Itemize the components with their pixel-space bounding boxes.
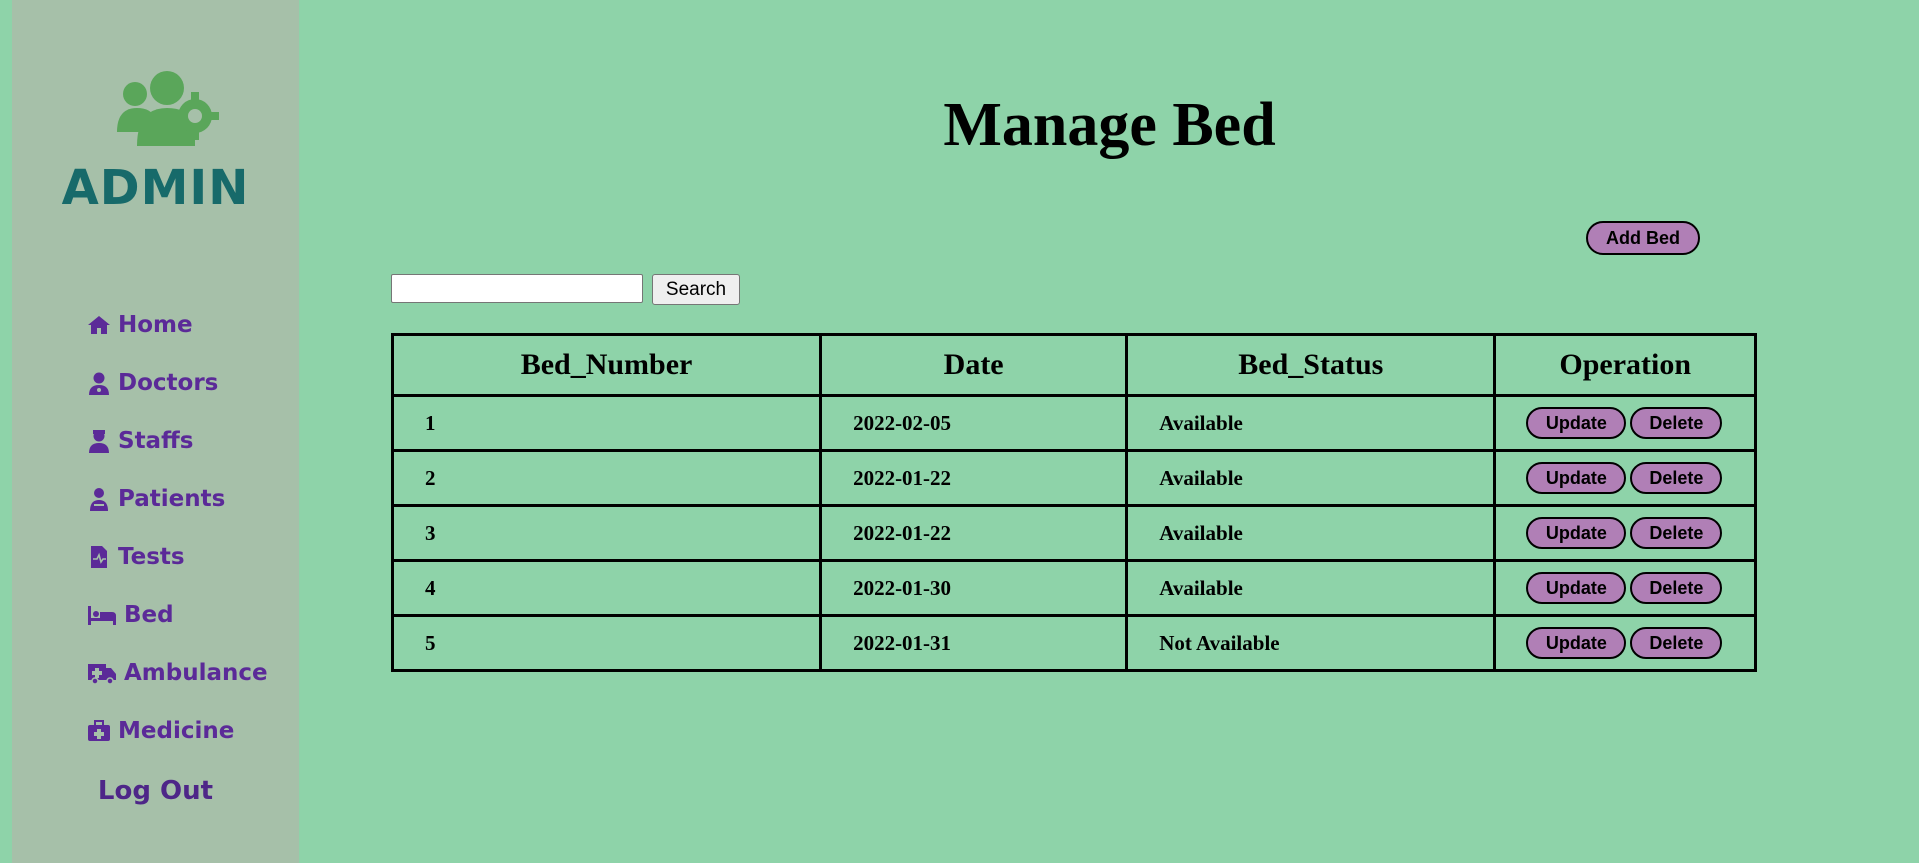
update-button[interactable]: Update [1526, 572, 1627, 604]
sidebar-item-label: Doctors [118, 370, 219, 396]
table-row: 3 2022-01-22 Available Update Delete [390, 504, 1757, 562]
sidebar-item-label: Bed [124, 602, 174, 628]
sidebar-item-tests[interactable]: Tests [86, 528, 268, 586]
operation-cell: Update Delete [1493, 614, 1757, 672]
table-row: 2 2022-01-22 Available Update Delete [390, 449, 1757, 507]
bed-table: Bed_Number Date Bed_Status Operation 1 2… [390, 333, 1757, 672]
table-row: 5 2022-01-31 Not Available Update Delete [390, 614, 1757, 672]
sidebar-item-bed[interactable]: Bed [86, 586, 268, 644]
status-cell: Available [1125, 394, 1497, 452]
bed-number-cell: 2 [390, 449, 823, 507]
sidebar: ADMIN Home Doctors Staffs Patients Tests… [12, 0, 299, 863]
sidebar-nav: Home Doctors Staffs Patients Tests Bed A… [86, 296, 268, 760]
date-cell: 2022-01-22 [819, 504, 1129, 562]
update-button[interactable]: Update [1526, 407, 1627, 439]
bed-number-cell: 3 [390, 504, 823, 562]
bed-icon [86, 603, 118, 627]
column-header-operation: Operation [1493, 333, 1757, 397]
ambulance-icon [86, 661, 118, 685]
admin-logo-text: ADMIN [61, 160, 250, 216]
sidebar-item-label: Patients [118, 486, 226, 512]
sidebar-item-label: Ambulance [124, 660, 268, 686]
sidebar-item-medicine[interactable]: Medicine [86, 702, 268, 760]
bed-number-cell: 4 [390, 559, 823, 617]
status-cell: Not Available [1125, 614, 1497, 672]
delete-button[interactable]: Delete [1630, 462, 1723, 494]
search-input[interactable] [391, 274, 643, 303]
staff-icon [86, 429, 112, 453]
sidebar-item-label: Staffs [118, 428, 194, 454]
update-button[interactable]: Update [1526, 462, 1627, 494]
sidebar-item-doctors[interactable]: Doctors [86, 354, 268, 412]
status-cell: Available [1125, 504, 1497, 562]
update-button[interactable]: Update [1526, 517, 1627, 549]
home-icon [86, 313, 112, 337]
bed-number-cell: 5 [390, 614, 823, 672]
sidebar-item-patients[interactable]: Patients [86, 470, 268, 528]
table-row: 1 2022-02-05 Available Update Delete [390, 394, 1757, 452]
date-cell: 2022-02-05 [819, 394, 1129, 452]
date-cell: 2022-01-30 [819, 559, 1129, 617]
file-medical-icon [86, 545, 112, 569]
add-bed-button[interactable]: Add Bed [1586, 221, 1700, 255]
sidebar-item-home[interactable]: Home [86, 296, 268, 354]
status-cell: Available [1125, 449, 1497, 507]
operation-cell: Update Delete [1493, 559, 1757, 617]
table-header-row: Bed_Number Date Bed_Status Operation [390, 333, 1757, 397]
update-button[interactable]: Update [1526, 627, 1627, 659]
delete-button[interactable]: Delete [1630, 407, 1723, 439]
status-cell: Available [1125, 559, 1497, 617]
delete-button[interactable]: Delete [1630, 517, 1723, 549]
column-header-date: Date [819, 333, 1129, 397]
date-cell: 2022-01-31 [819, 614, 1129, 672]
users-cog-icon [117, 71, 219, 146]
sidebar-item-label: Home [118, 312, 193, 338]
table-row: 4 2022-01-30 Available Update Delete [390, 559, 1757, 617]
operation-cell: Update Delete [1493, 449, 1757, 507]
patient-icon [86, 487, 112, 511]
delete-button[interactable]: Delete [1630, 627, 1723, 659]
column-header-bed-number: Bed_Number [390, 333, 823, 397]
date-cell: 2022-01-22 [819, 449, 1129, 507]
doctor-icon [86, 371, 112, 395]
search-button[interactable]: Search [652, 274, 740, 305]
sidebar-item-label: Tests [118, 544, 185, 570]
medkit-icon [86, 719, 112, 743]
sidebar-item-ambulance[interactable]: Ambulance [86, 644, 268, 702]
page-title: Manage Bed [943, 91, 1276, 159]
sidebar-item-staffs[interactable]: Staffs [86, 412, 268, 470]
operation-cell: Update Delete [1493, 394, 1757, 452]
bed-number-cell: 1 [390, 394, 823, 452]
column-header-bed-status: Bed_Status [1125, 333, 1497, 397]
logout-link[interactable]: Log Out [12, 776, 299, 806]
operation-cell: Update Delete [1493, 504, 1757, 562]
delete-button[interactable]: Delete [1630, 572, 1723, 604]
sidebar-item-label: Medicine [118, 718, 235, 744]
